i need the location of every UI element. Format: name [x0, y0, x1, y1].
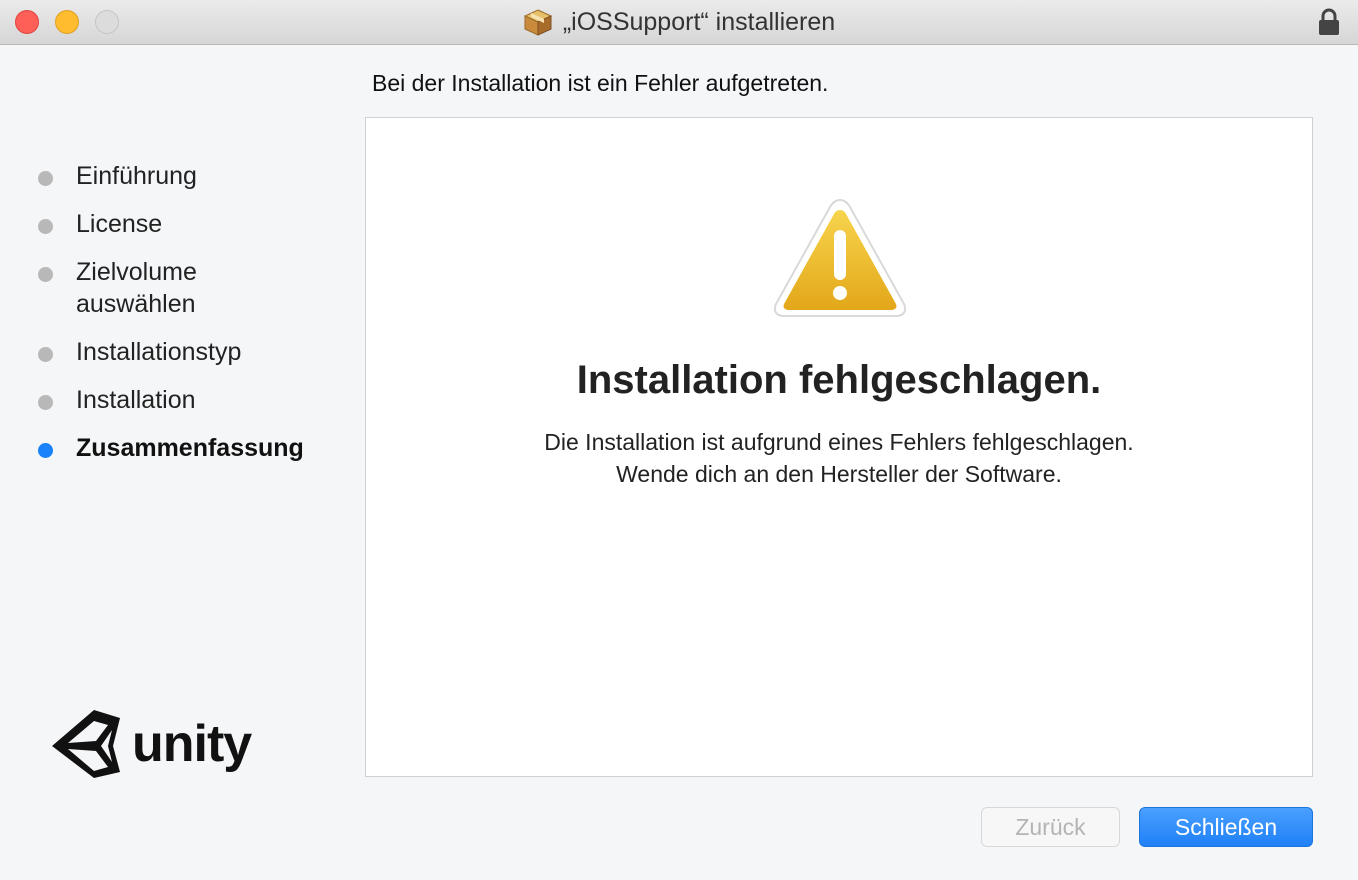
lock-icon [1319, 8, 1339, 35]
sidebar-step-installation: Installation [38, 384, 348, 416]
window-title: „iOSSupport“ installieren [562, 8, 836, 36]
sidebar-step-label: Zielvolume auswählen [76, 258, 197, 318]
sidebar-step-license: License [38, 208, 348, 240]
package-icon [523, 9, 553, 36]
failure-description-line: Wende dich an den Hersteller der Softwar… [616, 461, 1062, 487]
sidebar-step-destination: Zielvolume auswählen [38, 256, 348, 320]
warning-icon [773, 198, 907, 317]
sidebar-step-label: Installation [76, 386, 196, 414]
window-title-group: „iOSSupport“ installieren [0, 0, 1358, 44]
step-indicator-dot [38, 171, 53, 186]
back-button[interactable]: Zurück [981, 807, 1120, 847]
step-indicator-dot [38, 347, 53, 362]
title-bar: „iOSSupport“ installieren [0, 0, 1358, 45]
content-panel: Installation fehlgeschlagen. Die Install… [365, 117, 1313, 777]
sidebar-step-label-active: Zusammenfassung [76, 434, 304, 462]
unity-logo: unity [50, 706, 252, 782]
installer-window: „iOSSupport“ installieren Bei der Instal… [0, 0, 1358, 880]
step-indicator-dot [38, 395, 53, 410]
step-indicator-dot-active [38, 443, 53, 458]
sidebar-step-label: Einführung [76, 162, 197, 190]
unity-logo-icon [52, 710, 120, 778]
failure-description-line: Die Installation ist aufgrund eines Fehl… [544, 429, 1134, 455]
close-button[interactable]: Schließen [1139, 807, 1313, 847]
step-indicator-dot [38, 267, 53, 282]
failure-title: Installation fehlgeschlagen. [576, 358, 1102, 402]
sidebar-step-installation-type: Installationstyp [38, 336, 348, 368]
status-heading: Bei der Installation ist ein Fehler aufg… [372, 70, 829, 96]
sidebar-step-label: License [76, 210, 163, 238]
sidebar-step-label: Installationstyp [76, 338, 242, 366]
step-indicator-dot [38, 219, 53, 234]
failure-description: Die Installation ist aufgrund eines Fehl… [366, 426, 1312, 490]
sidebar-step-introduction: Einführung [38, 160, 348, 192]
unity-logo-text: unity [132, 715, 252, 773]
sidebar-step-summary: Zusammenfassung [38, 432, 348, 464]
